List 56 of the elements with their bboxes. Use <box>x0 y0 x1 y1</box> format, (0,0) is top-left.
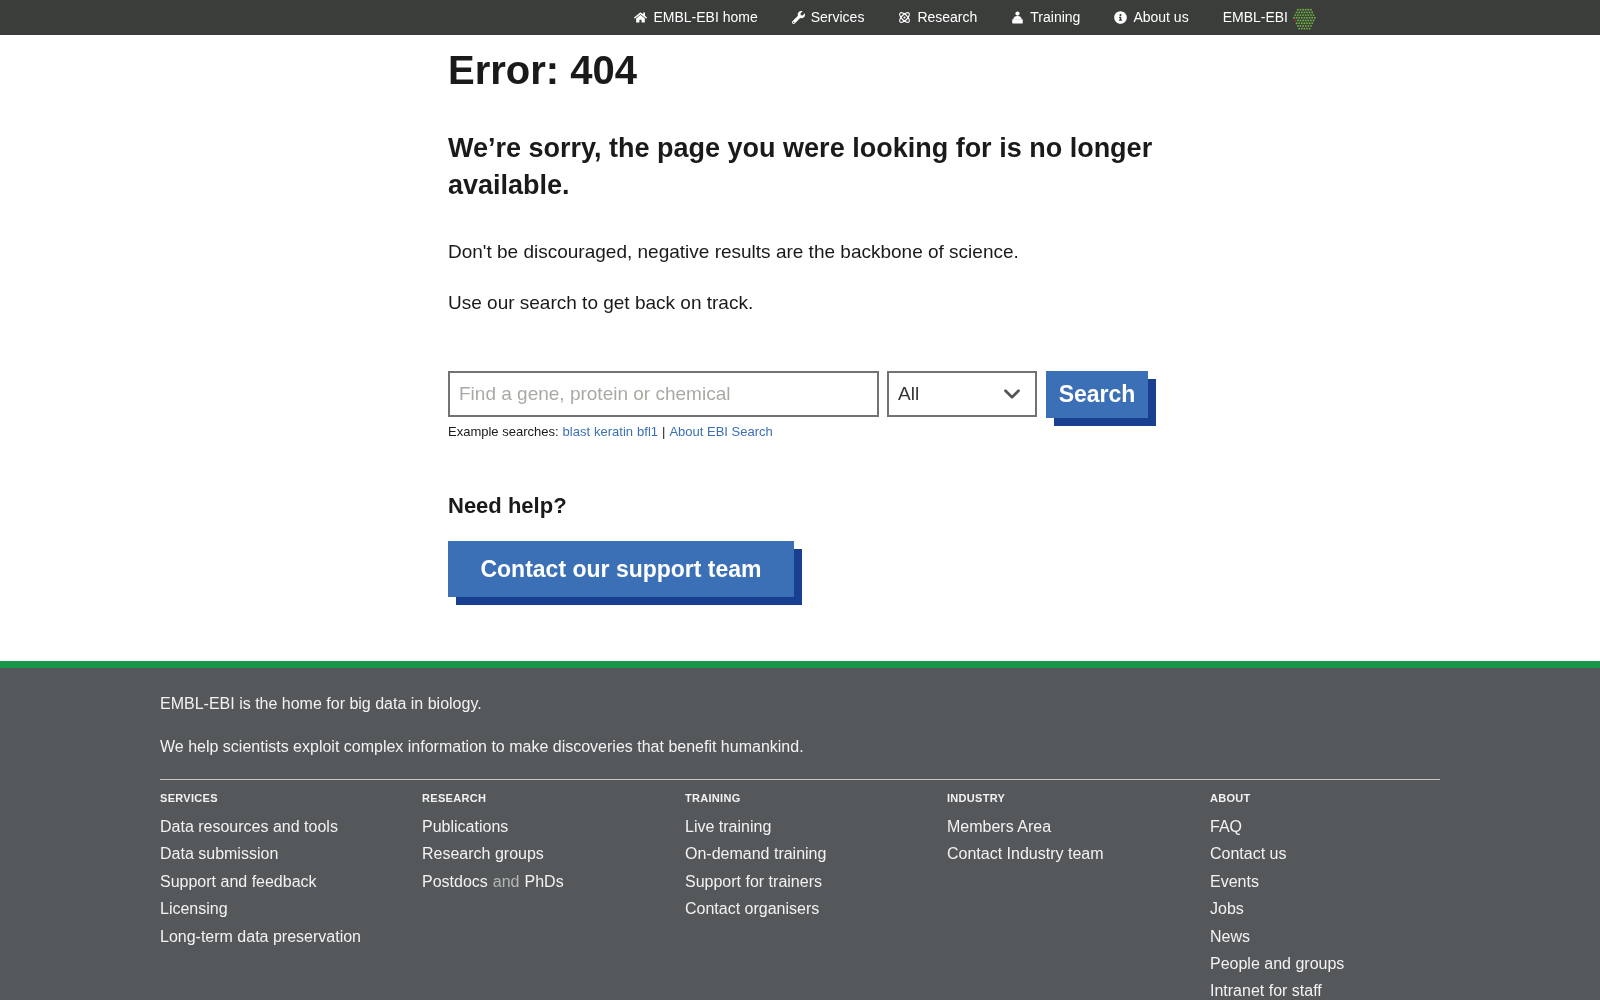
nav-link[interactable]: Research <box>898 7 978 28</box>
footer-link[interactable]: FAQ <box>1210 813 1242 841</box>
person-icon <box>1011 11 1025 24</box>
about-search-link[interactable]: About EBI Search <box>669 423 773 441</box>
home-icon <box>634 11 648 24</box>
body-text: Don't be discouraged, negative results are the backbone of science. <box>448 240 1019 264</box>
footer-link[interactable]: Research groups <box>422 840 544 868</box>
footer-link[interactable]: People and groups <box>1210 950 1345 978</box>
footer-link[interactable]: Members Area <box>947 813 1052 841</box>
page-title: Error: 404 <box>448 47 637 94</box>
footer-link[interactable]: Data resources and tools <box>160 813 338 841</box>
example-search-link[interactable]: keratin <box>594 423 634 441</box>
example-search-link[interactable]: bfl1 <box>637 423 659 441</box>
search-button[interactable]: Search <box>1046 371 1156 426</box>
footer-heading: TRAINING <box>685 791 741 806</box>
footer-text: We help scientists exploit complex information to make discoveries that benefit humankind. <box>160 737 804 757</box>
footer-link[interactable]: Long-term data preservation <box>160 922 361 951</box>
footer-heading: RESEARCH <box>422 791 487 806</box>
footer-link[interactable]: Contact Industry team <box>947 840 1104 868</box>
error-message: We’re sorry, the page you were looking for is no longer available. <box>448 132 1154 202</box>
body-text: Use our search to get back on track. <box>448 291 754 315</box>
wrench-icon <box>791 11 805 24</box>
footer-link[interactable]: Live training <box>685 813 772 841</box>
footer-link[interactable]: Jobs <box>1210 895 1244 923</box>
footer-link[interactable]: Publications <box>422 813 509 841</box>
nav-link[interactable]: About us <box>1114 7 1189 28</box>
footer-link[interactable]: Support and feedback <box>160 867 317 896</box>
scope-select[interactable]: All <box>887 371 1037 417</box>
footer-link[interactable]: Contact us <box>1210 840 1287 868</box>
footer-link[interactable]: Events <box>1210 867 1259 896</box>
footer-heading: SERVICES <box>160 791 218 806</box>
nav-link[interactable]: EMBL-EBI home <box>634 7 758 28</box>
footer-link[interactable]: Intranet for staff <box>1210 977 1322 1000</box>
separator-text: | <box>662 423 666 441</box>
footer-link[interactable]: On-demand training <box>685 840 827 868</box>
contact-support-button[interactable]: Contact our support team <box>448 541 802 605</box>
search-input[interactable]: Find a gene, protein or chemical <box>448 371 879 417</box>
example-search-link[interactable]: blast <box>562 423 591 441</box>
footer-link[interactable]: PhDs <box>524 867 564 896</box>
footer-link[interactable]: News <box>1210 922 1250 951</box>
footer-heading: ABOUT <box>1210 791 1251 806</box>
info-icon <box>1114 11 1128 24</box>
footer-link[interactable]: Contact organisers <box>685 895 820 923</box>
footer-link[interactable]: Licensing <box>160 895 228 923</box>
nav-link[interactable]: Services <box>791 7 865 28</box>
atom-icon <box>898 11 912 24</box>
example-searches-label: Example searches: <box>448 423 559 441</box>
brand-link[interactable]: EMBL-EBI <box>1222 4 1318 31</box>
footer-link[interactable]: Postdocs <box>422 867 488 896</box>
footer-text: EMBL-EBI is the home for big data in biology. <box>160 694 482 714</box>
footer-link[interactable]: Data submission <box>160 840 279 868</box>
footer-text: and <box>492 871 520 892</box>
nav-link[interactable]: Training <box>1011 7 1081 28</box>
footer-heading: INDUSTRY <box>947 791 1006 806</box>
help-heading: Need help? <box>448 492 567 520</box>
footer-link[interactable]: Support for trainers <box>685 867 822 896</box>
